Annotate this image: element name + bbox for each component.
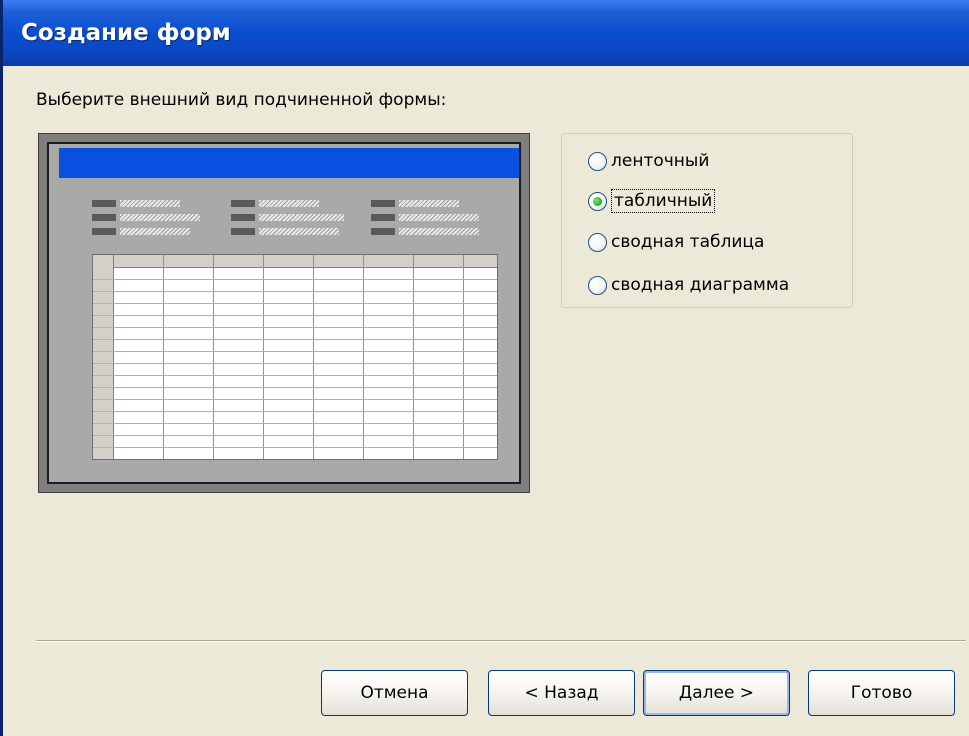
radio-selected-dot-icon xyxy=(593,196,602,206)
radio-label: ленточный xyxy=(611,151,710,171)
preview-title-bar xyxy=(59,148,519,178)
radio-circle-icon[interactable] xyxy=(588,275,607,295)
prompt-label: Выберите внешний вид подчиненной формы: xyxy=(36,90,447,110)
window-title: Создание форм xyxy=(21,20,231,46)
radio-label: табличный xyxy=(611,189,716,213)
radio-label: сводная таблица xyxy=(611,232,765,252)
radio-label: сводная диаграмма xyxy=(611,275,790,295)
layout-options-group: ленточный табличный сводная таблица свод… xyxy=(561,133,853,308)
back-button[interactable]: < Назад xyxy=(488,670,635,716)
separator xyxy=(36,640,966,642)
radio-columnar[interactable]: ленточный xyxy=(588,151,709,171)
preview-datasheet-grid xyxy=(92,254,498,460)
radio-pivot-chart[interactable]: сводная диаграмма xyxy=(588,275,789,295)
radio-circle-icon[interactable] xyxy=(588,232,607,252)
radio-circle-icon[interactable] xyxy=(588,191,607,211)
layout-preview xyxy=(38,133,530,493)
form-wizard-dialog: Создание форм Выберите внешний вид подчи… xyxy=(0,0,969,736)
cancel-button[interactable]: Отмена xyxy=(321,670,468,716)
next-button[interactable]: Далее > xyxy=(643,670,790,716)
preview-form xyxy=(47,142,521,484)
finish-button[interactable]: Готово xyxy=(808,670,955,716)
radio-pivot-table[interactable]: сводная таблица xyxy=(588,232,764,252)
title-bar[interactable]: Создание форм xyxy=(3,0,969,66)
radio-datasheet[interactable]: табличный xyxy=(588,189,716,213)
radio-circle-icon[interactable] xyxy=(588,151,607,171)
